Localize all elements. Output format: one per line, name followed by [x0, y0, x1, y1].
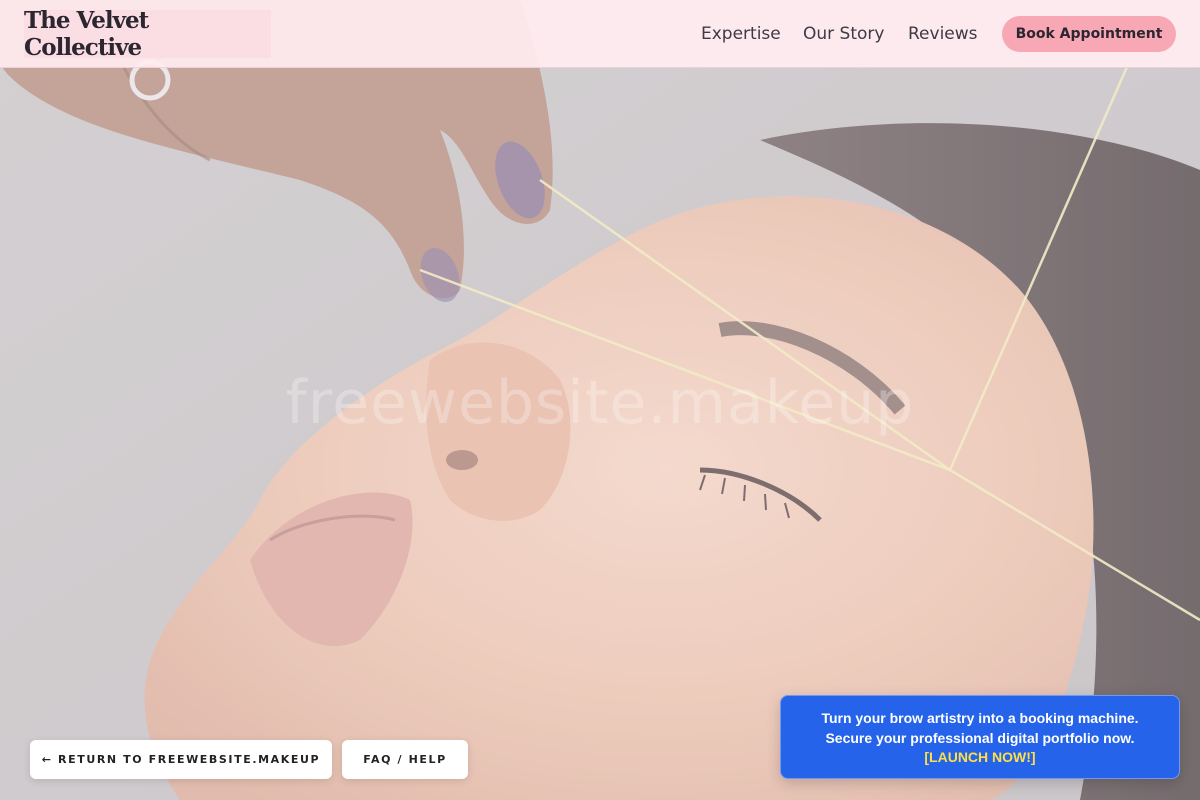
nav-link-expertise[interactable]: Expertise: [701, 24, 781, 44]
promo-banner[interactable]: Turn your brow artistry into a booking m…: [780, 695, 1180, 779]
nav-link-our-story[interactable]: Our Story: [803, 24, 884, 44]
watermark-text: freewebsite.makeup: [285, 368, 915, 438]
return-to-site-button[interactable]: ← RETURN TO FREEWEBSITE.MAKEUP: [30, 740, 332, 779]
logo[interactable]: The Velvet Collective: [24, 7, 271, 61]
promo-line-1: Turn your brow artistry into a booking m…: [821, 710, 1139, 726]
launch-now-link[interactable]: [LAUNCH NOW!]: [924, 748, 1035, 768]
book-appointment-button[interactable]: Book Appointment: [1002, 16, 1176, 52]
logo-text: The Velvet Collective: [24, 7, 149, 61]
faq-help-button[interactable]: FAQ / HELP: [342, 740, 468, 779]
promo-line-2: Secure your professional digital portfol…: [825, 729, 1135, 746]
site-header: The Velvet Collective Expertise Our Stor…: [0, 0, 1200, 68]
nav-link-reviews[interactable]: Reviews: [908, 24, 978, 44]
